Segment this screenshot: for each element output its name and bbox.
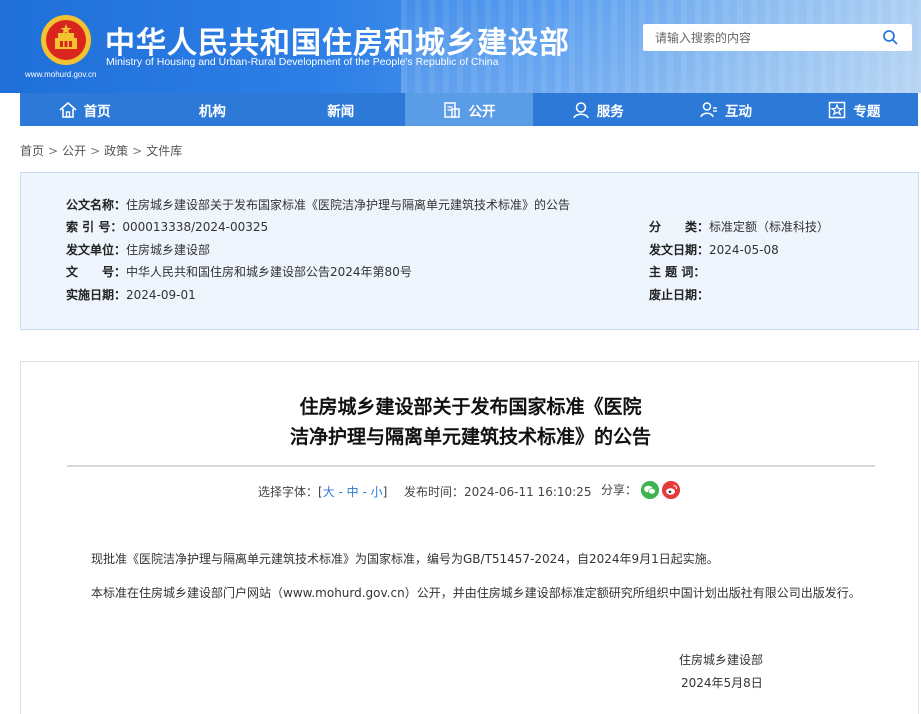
article-meta: 选择字体：[大 - 中 - 小] 发布时间：2024-06-11 16:10:2… <box>21 481 920 501</box>
info-category-row: 分 类：标准定额（标准科技） <box>649 218 829 235</box>
info-date-label: 发文日期： <box>649 243 710 257</box>
search-icon[interactable] <box>882 29 898 45</box>
share-label: 分享： <box>601 483 638 497</box>
info-issuer-label: 发文单位： <box>66 243 127 257</box>
search-box <box>643 24 912 51</box>
nav-label: 服务 <box>596 103 624 120</box>
nav-item-public[interactable]: 公开 <box>404 93 534 126</box>
article-paragraph-1: 现批准《医院洁净护理与隔离单元建筑技术标准》为国家标准，编号为GB/T51457… <box>91 552 719 566</box>
info-title-value: 住房城乡建设部关于发布国家标准《医院洁净护理与隔离单元建筑技术标准》的公告 <box>126 198 571 212</box>
national-emblem-icon <box>41 15 91 65</box>
info-topic-label: 主 题 词： <box>649 265 706 279</box>
breadcrumb-home[interactable]: 首页 <box>20 144 44 158</box>
nav-label: 新闻 <box>327 103 355 120</box>
breadcrumb-separator: > <box>48 144 59 158</box>
site-header: www.mohurd.gov.cn 中华人民共和国住房和城乡建设部 Minist… <box>0 0 921 93</box>
nav-item-interaction[interactable]: 互动 <box>661 93 789 126</box>
publish-time: 发布时间：2024-06-11 16:10:25 <box>404 485 592 499</box>
interaction-icon <box>700 101 718 117</box>
font-large-link[interactable]: 大 <box>323 485 335 499</box>
document-info-panel: 公文名称：住房城乡建设部关于发布国家标准《医院洁净护理与隔离单元建筑技术标准》的… <box>20 172 919 330</box>
breadcrumb: 首页 > 公开 > 政策 > 文件库 <box>20 142 182 159</box>
article-panel: 住房城乡建设部关于发布国家标准《医院 洁净护理与隔离单元建筑技术标准》的公告 选… <box>20 361 919 714</box>
star-icon <box>829 101 846 118</box>
site-url: www.mohurd.gov.cn <box>25 70 97 79</box>
info-date-row: 发文日期：2024-05-08 <box>649 241 779 258</box>
info-issuer-row: 发文单位：住房城乡建设部 <box>66 241 210 258</box>
nav-item-home[interactable]: 首页 <box>20 93 148 126</box>
info-index-label: 索 引 号： <box>66 220 123 234</box>
font-size-selector: 选择字体：[大 - 中 - 小] <box>258 483 387 500</box>
home-icon <box>59 101 77 118</box>
nav-label: 机构 <box>198 103 226 120</box>
breadcrumb-separator: > <box>132 144 143 158</box>
info-title-row: 公文名称：住房城乡建设部关于发布国家标准《医院洁净护理与隔离单元建筑技术标准》的… <box>66 196 570 213</box>
info-effective-value: 2024-09-01 <box>126 288 196 302</box>
nav-item-service[interactable]: 服务 <box>533 93 661 126</box>
weibo-share-icon[interactable] <box>662 481 680 499</box>
info-date-value: 2024-05-08 <box>709 243 779 257</box>
font-select-close: ] <box>382 485 388 499</box>
nav-item-news[interactable]: 新闻 <box>277 93 405 126</box>
nav-label: 专题 <box>853 103 881 120</box>
search-input[interactable] <box>643 24 873 51</box>
font-small-link[interactable]: 小 <box>371 485 383 499</box>
main-nav: 首页 机构 新闻 公开 服务 互动 专题 <box>20 93 918 126</box>
signature-date: 2024年5月8日 <box>681 676 763 690</box>
document-icon <box>444 101 461 118</box>
nav-item-organization[interactable]: 机构 <box>148 93 276 126</box>
breadcrumb-separator: > <box>90 144 101 158</box>
service-icon <box>573 101 589 118</box>
nav-label: 互动 <box>725 103 753 120</box>
site-subtitle: Ministry of Housing and Urban-Rural Deve… <box>106 56 499 68</box>
font-separator: - <box>334 485 347 499</box>
info-docno-label: 文 号： <box>66 265 127 279</box>
article-title: 住房城乡建设部关于发布国家标准《医院 洁净护理与隔离单元建筑技术标准》的公告 <box>21 392 920 452</box>
info-category-label: 分 类： <box>649 220 710 234</box>
nav-item-topics[interactable]: 专题 <box>790 93 918 126</box>
info-category-value: 标准定额（标准科技） <box>709 220 830 234</box>
article-paragraph-2: 本标准在住房城乡建设部门户网站（www.mohurd.gov.cn）公开，并由住… <box>91 586 861 600</box>
info-title-label: 公文名称： <box>66 198 127 212</box>
title-divider <box>67 465 875 467</box>
info-docno-value: 中华人民共和国住房和城乡建设部公告2024年第80号 <box>126 265 412 279</box>
font-medium-link[interactable]: 中 <box>347 485 359 499</box>
info-issuer-value: 住房城乡建设部 <box>126 243 211 257</box>
nav-label: 公开 <box>468 103 496 120</box>
wechat-share-icon[interactable] <box>641 481 659 499</box>
font-select-label: 选择字体：[ <box>258 485 323 499</box>
info-index-value: 000013338/2024-00325 <box>122 220 269 234</box>
info-effective-row: 实施日期：2024-09-01 <box>66 286 196 303</box>
info-abolish-label: 废止日期： <box>649 288 710 302</box>
article-title-line2: 洁净护理与隔离单元建筑技术标准》的公告 <box>289 426 651 448</box>
article-title-line1: 住房城乡建设部关于发布国家标准《医院 <box>299 396 642 418</box>
signature-org: 住房城乡建设部 <box>679 653 764 667</box>
breadcrumb-library[interactable]: 文件库 <box>146 144 182 158</box>
info-abolish-row: 废止日期： <box>649 286 709 303</box>
font-separator: - <box>358 485 371 499</box>
info-docno-row: 文 号：中华人民共和国住房和城乡建设部公告2024年第80号 <box>66 263 412 280</box>
breadcrumb-policy[interactable]: 政策 <box>104 144 128 158</box>
breadcrumb-public[interactable]: 公开 <box>62 144 86 158</box>
info-effective-label: 实施日期： <box>66 288 127 302</box>
info-index-row: 索 引 号：000013338/2024-00325 <box>66 218 268 235</box>
info-topic-row: 主 题 词： <box>649 263 705 280</box>
nav-label: 首页 <box>83 103 111 120</box>
